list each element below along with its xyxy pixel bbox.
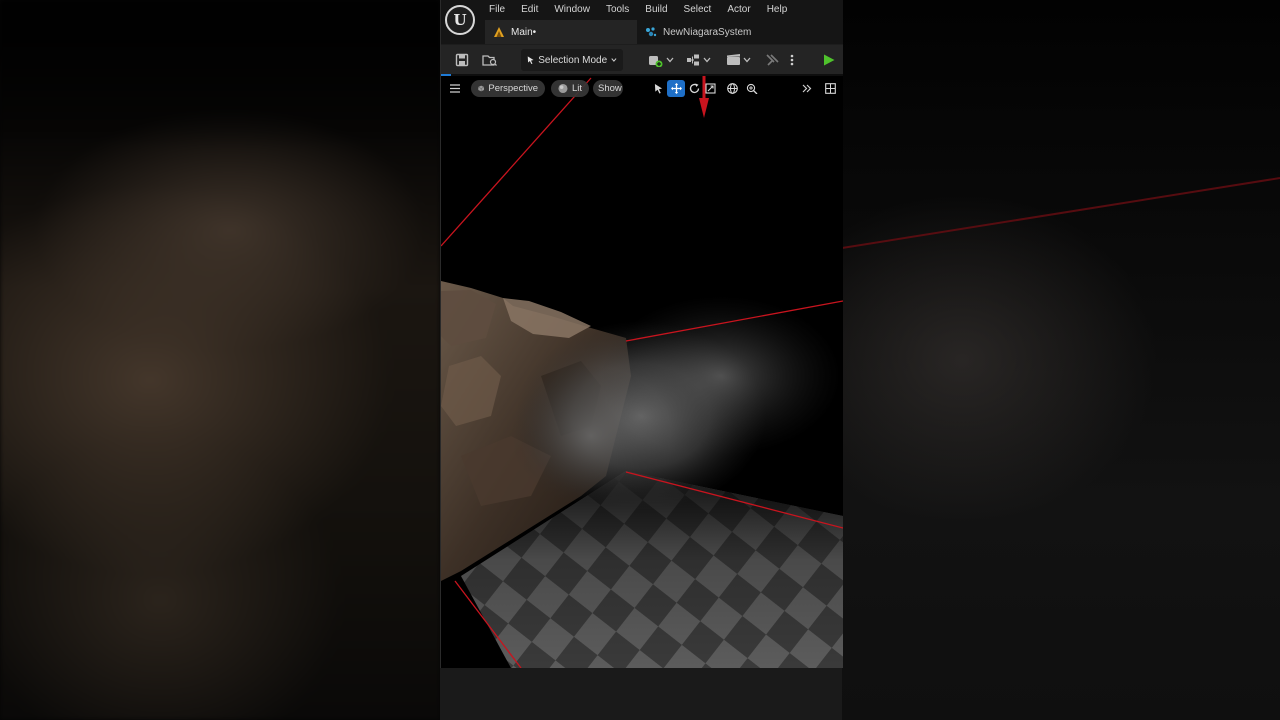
more-icon <box>790 54 794 66</box>
cinematics-icon <box>727 54 751 65</box>
content-browser-button[interactable] <box>479 49 501 71</box>
blueprints-button[interactable] <box>685 49 713 71</box>
menu-bar: U File Edit Window Tools Build Select Ac… <box>441 0 843 44</box>
document-tabs: Main• NewNiagaraSystem <box>485 20 761 44</box>
show-label: Show <box>598 83 622 94</box>
tab-main-label: Main• <box>511 26 537 38</box>
level-icon <box>493 26 505 38</box>
platform-icon <box>766 54 779 66</box>
tab-main[interactable]: Main• <box>485 20 637 44</box>
viewport-options-button[interactable] <box>446 80 464 97</box>
menu-edit[interactable]: Edit <box>513 3 546 17</box>
lit-sphere-icon <box>558 83 568 94</box>
world-space-button[interactable] <box>723 80 741 97</box>
play-icon <box>824 54 835 66</box>
double-chevron-right-icon <box>802 84 812 93</box>
select-tool-button[interactable] <box>649 80 667 97</box>
menu-file[interactable]: File <box>481 3 513 17</box>
cursor-icon <box>527 56 534 65</box>
selection-mode-dropdown[interactable]: Selection Mode <box>521 49 623 71</box>
surface-snapping-button[interactable] <box>743 80 761 97</box>
snap-icon <box>746 83 758 94</box>
scale-icon <box>704 83 716 94</box>
toolbar-more-button[interactable] <box>785 49 799 71</box>
lit-label: Lit <box>571 83 582 94</box>
cinematics-button[interactable] <box>725 49 753 71</box>
move-arrows-icon <box>670 83 682 94</box>
save-button[interactable] <box>451 49 473 71</box>
unreal-logo-icon[interactable]: U <box>445 5 475 35</box>
add-actor-button[interactable] <box>647 49 675 71</box>
menu-tools[interactable]: Tools <box>598 3 637 17</box>
editor-window: U File Edit Window Tools Build Select Ac… <box>440 0 843 668</box>
add-actor-icon <box>649 56 674 67</box>
selection-mode-label: Selection Mode <box>538 54 608 66</box>
translate-tool-button[interactable] <box>667 80 685 97</box>
hamburger-menu-icon <box>450 84 460 93</box>
save-icon <box>455 53 469 67</box>
viewport-layout-button[interactable] <box>821 80 839 97</box>
perspective-dropdown[interactable]: Perspective <box>471 80 545 97</box>
play-button[interactable] <box>817 49 841 71</box>
blurred-scene-right <box>842 0 1280 720</box>
perspective-label: Perspective <box>488 83 538 94</box>
cursor-icon <box>654 84 662 94</box>
blurred-scene-bottom <box>440 668 842 720</box>
blurred-scene-left <box>0 0 440 720</box>
tab-new-niagara-system[interactable]: NewNiagaraSystem <box>637 20 761 44</box>
view-mode-lit-dropdown[interactable]: Lit <box>551 80 589 97</box>
main-toolbar: Selection Mode <box>441 44 843 75</box>
menu-actor[interactable]: Actor <box>719 3 758 17</box>
scale-tool-button[interactable] <box>701 80 719 97</box>
globe-icon <box>726 83 738 94</box>
chevron-down-icon <box>611 58 617 62</box>
menu-select[interactable]: Select <box>676 3 720 17</box>
main-menu: File Edit Window Tools Build Select Acto… <box>481 3 795 17</box>
browse-icon <box>482 55 497 66</box>
screen: U File Edit Window Tools Build Select Ac… <box>0 0 1280 720</box>
menu-build[interactable]: Build <box>637 3 675 17</box>
tab-niagara-label: NewNiagaraSystem <box>663 26 752 38</box>
niagara-icon <box>645 26 657 38</box>
platforms-button[interactable] <box>763 49 783 71</box>
layout-grid-icon <box>824 83 836 94</box>
show-flags-dropdown[interactable]: Show <box>593 80 623 97</box>
menu-window[interactable]: Window <box>546 3 598 17</box>
scene-render <box>441 76 843 668</box>
menu-help[interactable]: Help <box>759 3 796 17</box>
level-viewport[interactable]: Perspective Lit Show <box>441 76 843 668</box>
blueprint-icon <box>687 54 711 66</box>
viewport-toolbar: Perspective Lit Show <box>441 78 843 100</box>
viewport-more-button[interactable] <box>798 80 816 97</box>
rotate-icon <box>689 83 699 94</box>
cube-icon <box>478 85 485 92</box>
